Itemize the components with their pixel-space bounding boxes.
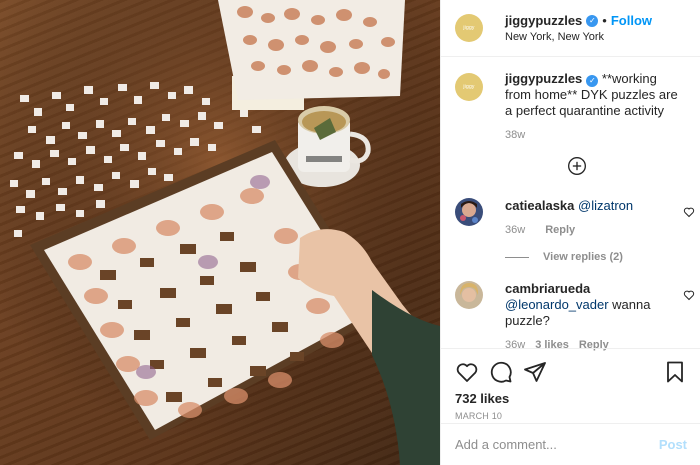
post-header: jiggy jiggypuzzles ✓ • Follow New York, … [441, 0, 700, 57]
caption-timestamp[interactable]: 38w [505, 129, 686, 141]
post-side-panel: jiggy jiggypuzzles ✓ • Follow New York, … [440, 0, 700, 465]
post-photo[interactable] [0, 0, 440, 465]
comment-meta: 36w Reply [505, 224, 695, 236]
puzzle-box-lid [218, 0, 405, 110]
comment-timestamp[interactable]: 36w [505, 224, 525, 236]
bookmark-icon[interactable] [663, 360, 687, 384]
caption-username[interactable]: jiggypuzzles [505, 71, 582, 86]
paper-plane-icon[interactable] [523, 360, 547, 384]
comment-mention[interactable]: @leonardo_vader [505, 297, 609, 312]
heart-icon[interactable] [455, 360, 479, 384]
location-link[interactable]: New York, New York [505, 31, 652, 43]
commenter-photo [455, 198, 483, 226]
plus-circle-icon[interactable] [567, 156, 587, 176]
view-replies-label: View replies (2) [543, 251, 623, 263]
view-replies-button[interactable]: View replies (2) [505, 251, 623, 263]
comment-heart-icon[interactable] [683, 206, 695, 218]
post-comment-button[interactable]: Post [659, 437, 687, 452]
comment-icon[interactable] [489, 360, 513, 384]
puzzle-scene-illustration [0, 0, 440, 465]
caption-body: jiggypuzzles ✓ **working from home** DYK … [505, 71, 686, 141]
comment-mention[interactable]: @lizatron [578, 198, 633, 213]
comment-input[interactable] [455, 437, 659, 452]
reply-button[interactable]: Reply [545, 224, 575, 236]
commenter-photo [455, 281, 483, 309]
instagram-post: jiggy jiggypuzzles ✓ • Follow New York, … [0, 0, 700, 465]
comment-item: catiealaska @lizatron 36w Reply [455, 198, 695, 236]
separator-dot: • [602, 13, 607, 28]
comment-text: catiealaska @lizatron [505, 198, 695, 214]
caption: jiggy jiggypuzzles ✓ **working from home*… [441, 57, 700, 141]
caption-avatar[interactable]: jiggy [455, 73, 483, 101]
post-date[interactable]: MARCH 10 [455, 411, 687, 421]
comment-username[interactable]: catiealaska [505, 198, 574, 213]
comment-item: cambriarueda @leonardo_vader wanna puzzl… [455, 281, 695, 351]
replies-divider [505, 256, 529, 258]
action-bar: 732 likes MARCH 10 [441, 348, 700, 421]
comment-body: cambriarueda @leonardo_vader wanna puzzl… [505, 281, 695, 351]
avatar-text: jiggy [463, 25, 475, 31]
commenter-avatar[interactable] [455, 281, 483, 309]
follow-button[interactable]: Follow [611, 13, 652, 28]
avatar-text: jiggy [463, 84, 475, 90]
action-icons [455, 353, 687, 391]
header-username-line: jiggypuzzles ✓ • Follow [505, 13, 652, 28]
header-meta: jiggypuzzles ✓ • Follow New York, New Yo… [505, 13, 652, 43]
comment-body: catiealaska @lizatron 36w Reply [505, 198, 695, 236]
verified-badge-icon: ✓ [586, 75, 599, 87]
comment-heart-icon[interactable] [683, 289, 695, 301]
caption-text-block: jiggypuzzles ✓ **working from home** DYK … [505, 71, 686, 119]
likes-count[interactable]: 732 likes [455, 391, 687, 406]
comment-username[interactable]: cambriarueda [505, 281, 590, 296]
verified-badge-icon: ✓ [586, 14, 599, 27]
author-avatar[interactable]: jiggy [455, 14, 483, 42]
commenter-avatar[interactable] [455, 198, 483, 226]
add-comment-bar: Post [441, 423, 700, 465]
author-username[interactable]: jiggypuzzles [505, 13, 582, 28]
comment-text: cambriarueda @leonardo_vader wanna puzzl… [505, 281, 695, 329]
